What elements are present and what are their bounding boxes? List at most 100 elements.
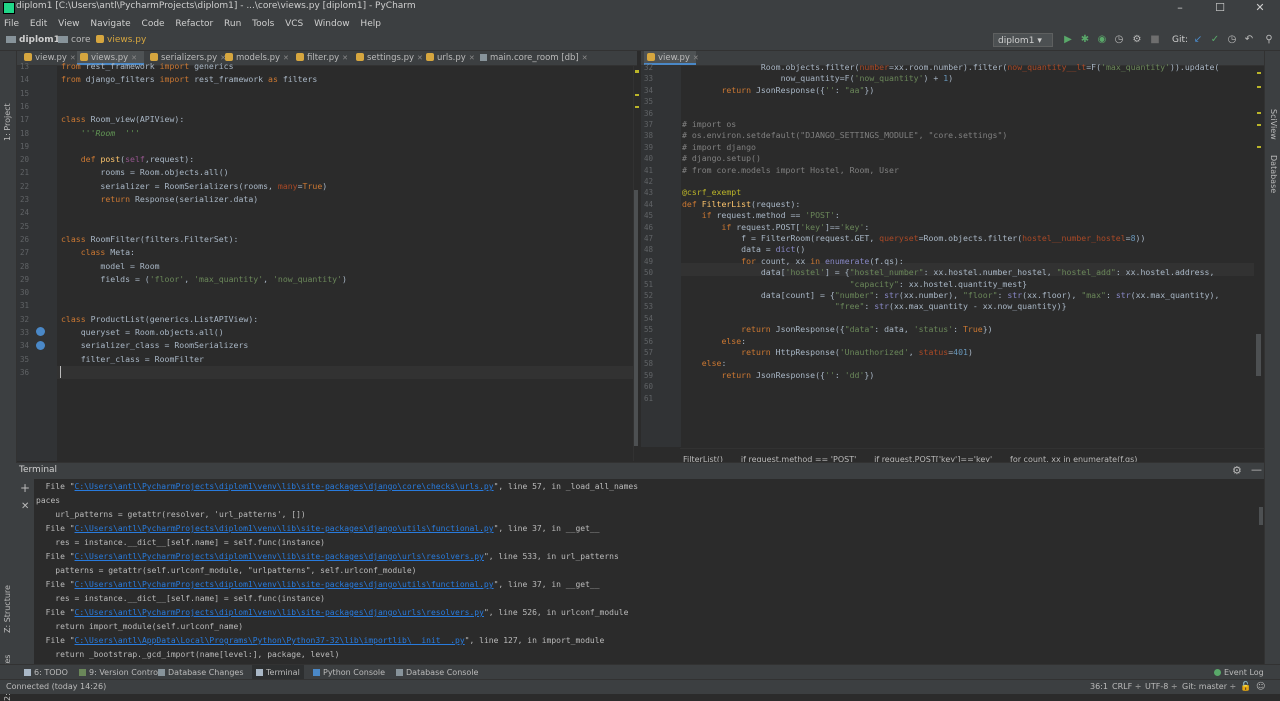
menu-refactor[interactable]: Refactor <box>175 18 213 29</box>
code-line[interactable]: filter_class = RoomFilter <box>61 354 204 364</box>
code-line[interactable]: class ProductList(generics.ListAPIView): <box>61 314 258 324</box>
file-link[interactable]: C:\Users\antl\PycharmProjects\diplom1\ve… <box>75 482 494 491</box>
stop-icon[interactable]: ■ <box>1150 35 1160 45</box>
file-link[interactable]: C:\Users\antl\PycharmProjects\diplom1\ve… <box>75 580 494 589</box>
menu-view[interactable]: View <box>58 18 79 29</box>
python-console-tool-button[interactable]: Python Console <box>309 665 389 680</box>
code-line[interactable]: @csrf_exempt <box>682 187 741 197</box>
caret-position[interactable]: 36:1 <box>1090 682 1108 691</box>
code-line[interactable]: # import django <box>682 142 756 152</box>
code-line[interactable]: model = Room <box>61 261 159 271</box>
breadcrumb-project[interactable]: diplom1 <box>6 35 60 45</box>
code-line[interactable]: return Response(serializer.data) <box>61 194 258 204</box>
file-link[interactable]: C:\Users\antl\PycharmProjects\diplom1\ve… <box>75 552 484 561</box>
override-icon[interactable] <box>36 341 45 350</box>
lock-icon[interactable]: 🔓 <box>1240 682 1251 692</box>
database-changes-tool-button[interactable]: Database Changes <box>154 665 248 680</box>
code-line[interactable]: "capacity": xx.hostel.quantity_mest} <box>682 279 1027 289</box>
right-editor-scrollbar[interactable] <box>1255 66 1263 447</box>
profile-icon[interactable]: ◷ <box>1114 35 1124 45</box>
terminal-scrollbar[interactable] <box>1258 479 1264 664</box>
code-line[interactable]: return JsonResponse({"data": data, 'stat… <box>682 324 992 334</box>
project-tool-button[interactable]: 1: Project <box>3 103 12 141</box>
breadcrumb-file[interactable]: views.py <box>96 35 146 45</box>
close-terminal-button[interactable]: ✕ <box>21 501 29 512</box>
revert-icon[interactable]: ↶ <box>1244 35 1254 45</box>
scroll-thumb[interactable] <box>1256 334 1261 376</box>
git-branch[interactable]: Git: master ÷ <box>1182 682 1236 691</box>
code-line[interactable]: serializer = RoomSerializers(rooms, many… <box>61 181 327 191</box>
menu-file[interactable]: File <box>4 18 19 29</box>
code-line[interactable]: class Meta: <box>61 247 135 257</box>
close-icon[interactable]: ✕ <box>283 54 289 62</box>
event-log-button[interactable]: Event Log <box>1210 665 1268 680</box>
menu-code[interactable]: Code <box>142 18 165 29</box>
code-line[interactable]: f = FilterRoom(request.GET, queryset=Roo… <box>682 233 1145 243</box>
search-icon[interactable]: ⚲ <box>1264 35 1274 45</box>
close-window-button[interactable]: ✕ <box>1240 0 1280 15</box>
version-control-tool-button[interactable]: 9: Version Control <box>75 665 164 680</box>
git-update-icon[interactable]: ↙ <box>1193 35 1203 45</box>
debug-icon[interactable]: ✱ <box>1080 35 1090 45</box>
code-line[interactable]: # django.setup() <box>682 153 761 163</box>
inspector-icon[interactable]: ☺ <box>1256 682 1265 692</box>
tab-settings-py[interactable]: settings.py ✕ <box>353 51 423 65</box>
maximize-button[interactable]: ☐ <box>1200 0 1240 15</box>
add-terminal-button[interactable]: + <box>20 481 30 495</box>
todo-tool-button[interactable]: 6: TODO <box>20 665 72 680</box>
file-link[interactable]: C:\Users\antl\AppData\Local\Programs\Pyt… <box>75 636 465 645</box>
line-separator[interactable]: CRLF ÷ <box>1112 682 1141 691</box>
code-line[interactable]: def FilterList(request): <box>682 199 800 209</box>
menu-window[interactable]: Window <box>314 18 350 29</box>
database-tool-button[interactable]: Database <box>1269 155 1278 193</box>
menu-help[interactable]: Help <box>360 18 381 29</box>
code-line[interactable]: data = dict() <box>682 244 805 254</box>
git-commit-icon[interactable]: ✓ <box>1210 35 1220 45</box>
code-line[interactable]: else: <box>682 358 727 368</box>
code-line[interactable]: "free": str(xx.max_quantity - xx.now_qua… <box>682 301 1067 311</box>
menu-navigate[interactable]: Navigate <box>90 18 130 29</box>
tab-main-core-room[interactable]: main.core_room [db] ✕ <box>477 51 588 65</box>
code-line[interactable]: return JsonResponse({'': 'dd'}) <box>682 370 874 380</box>
code-line[interactable]: # import os <box>682 119 736 129</box>
file-encoding[interactable]: UTF-8 ÷ <box>1145 682 1178 691</box>
code-line[interactable]: '''Room ''' <box>61 128 140 138</box>
minimize-button[interactable]: – <box>1160 0 1200 15</box>
close-icon[interactable]: ✕ <box>582 54 588 62</box>
code-line[interactable]: def post(self,request): <box>61 154 194 164</box>
menu-vcs[interactable]: VCS <box>285 18 303 29</box>
gear-icon[interactable]: ⚙ <box>1232 464 1242 477</box>
database-console-tool-button[interactable]: Database Console <box>392 665 482 680</box>
history-icon[interactable]: ◷ <box>1227 35 1237 45</box>
menu-run[interactable]: Run <box>224 18 241 29</box>
code-line[interactable]: from rest_framework import generics <box>61 61 234 71</box>
code-line[interactable]: # os.environ.setdefault("DJANGO_SETTINGS… <box>682 130 1007 140</box>
code-line[interactable]: data['hostel'] = {"hostel_number": xx.ho… <box>682 267 1215 277</box>
code-line[interactable]: Room.objects.filter(number=xx.room.numbe… <box>682 62 1219 72</box>
file-link[interactable]: C:\Users\antl\PycharmProjects\diplom1\ve… <box>75 608 484 617</box>
code-line[interactable]: # from core.models import Hostel, Room, … <box>682 165 899 175</box>
menu-tools[interactable]: Tools <box>252 18 274 29</box>
override-icon[interactable] <box>36 327 45 336</box>
structure-tool-button[interactable]: Z: Structure <box>3 585 12 633</box>
code-line[interactable]: else: <box>682 336 746 346</box>
code-line[interactable]: for count, xx in enumerate(f.qs): <box>682 256 904 266</box>
code-line[interactable]: if request.POST['key']=='key': <box>682 222 869 232</box>
code-line[interactable]: if request.method == 'POST': <box>682 210 840 220</box>
code-line[interactable]: class Room_view(APIView): <box>61 114 184 124</box>
coverage-icon[interactable]: ◉ <box>1097 35 1107 45</box>
code-line[interactable]: queryset = Room.objects.all() <box>61 327 224 337</box>
terminal-output[interactable]: File "C:\Users\antl\PycharmProjects\dipl… <box>34 479 1258 664</box>
close-icon[interactable]: ✕ <box>469 54 475 62</box>
code-line[interactable]: fields = ('floor', 'max_quantity', 'now_… <box>61 274 347 284</box>
sciview-tool-button[interactable]: SciView <box>1269 109 1278 140</box>
file-link[interactable]: C:\Users\antl\PycharmProjects\diplom1\ve… <box>75 524 494 533</box>
run-configuration-select[interactable]: diplom1 ▾ <box>993 33 1053 47</box>
close-icon[interactable]: ✕ <box>342 54 348 62</box>
build-icon[interactable]: ⚙ <box>1132 35 1142 45</box>
tab-urls-py[interactable]: urls.py ✕ <box>423 51 475 65</box>
code-line[interactable]: return HttpResponse('Unauthorized', stat… <box>682 347 973 357</box>
run-icon[interactable]: ▶ <box>1063 35 1073 45</box>
code-line[interactable]: now_quantity=F('now_quantity') + 1) <box>682 73 954 83</box>
menu-edit[interactable]: Edit <box>30 18 47 29</box>
